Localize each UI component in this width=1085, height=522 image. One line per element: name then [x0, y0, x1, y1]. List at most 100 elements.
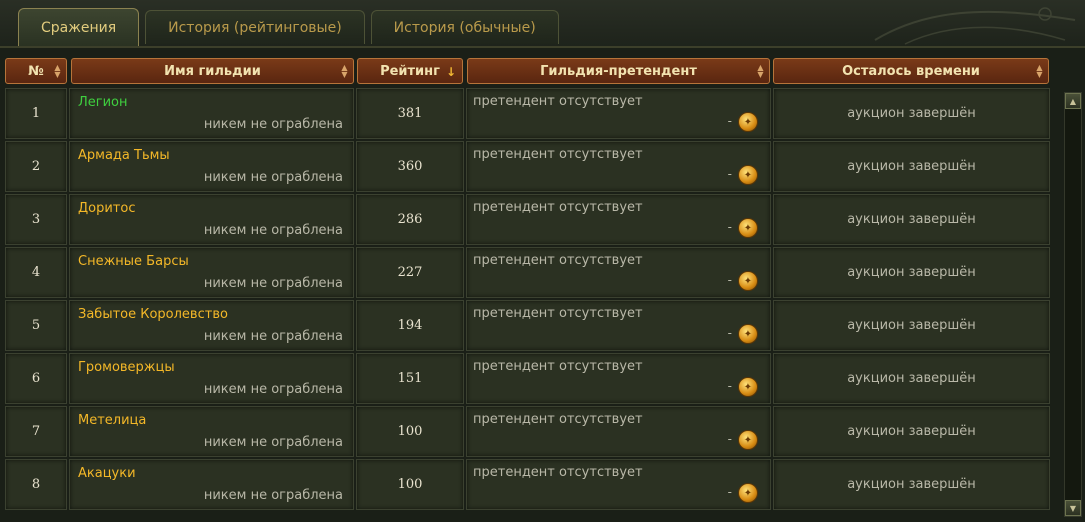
time-left-value: аукцион завершён: [773, 247, 1050, 298]
time-left-value: аукцион завершён: [773, 459, 1050, 510]
guild-status: никем не ограблена: [203, 435, 343, 450]
bid-amount: -: [727, 114, 732, 128]
time-left-value: аукцион завершён: [773, 88, 1050, 139]
decorative-ornament-icon: [874, 7, 1076, 45]
guild-name[interactable]: Легион: [78, 95, 128, 110]
column-header-claimant[interactable]: Гильдия-претендент ▲ ▼: [467, 58, 770, 84]
claimant-cell: претендент отсутствует - ✦: [466, 459, 771, 510]
time-left-value: аукцион завершён: [773, 406, 1050, 457]
gold-coin-icon[interactable]: ✦: [738, 430, 758, 450]
time-left-value: аукцион завершён: [773, 141, 1050, 192]
gold-coin-icon[interactable]: ✦: [738, 218, 758, 238]
row-number: 1: [5, 88, 67, 139]
column-header-time-left[interactable]: Осталось времени ▲ ▼: [773, 58, 1049, 84]
rating-value: 194: [356, 300, 464, 351]
gold-coin-icon[interactable]: ✦: [738, 377, 758, 397]
column-header-guild[interactable]: Имя гильдии ▲ ▼: [71, 58, 354, 84]
guild-cell: Доритос никем не ограблена: [69, 194, 354, 245]
claimant-text: претендент отсутствует: [473, 94, 643, 109]
vertical-scrollbar[interactable]: ▲ ▼: [1064, 92, 1082, 517]
guild-status: никем не ограблена: [203, 117, 343, 132]
tab-history-normal[interactable]: История (обычные): [370, 10, 559, 44]
guild-status: никем не ограблена: [203, 276, 343, 291]
guild-status: никем не ограблена: [203, 488, 343, 503]
row-number: 7: [5, 406, 67, 457]
claimant-cell: претендент отсутствует - ✦: [466, 353, 771, 404]
guild-cell: Акацуки никем не ограблена: [69, 459, 354, 510]
time-left-value: аукцион завершён: [773, 300, 1050, 351]
bid-amount: -: [727, 485, 732, 499]
row-number: 8: [5, 459, 67, 510]
time-left-value: аукцион завершён: [773, 353, 1050, 404]
row-number: 4: [5, 247, 67, 298]
column-header-num[interactable]: № ▲ ▼: [5, 58, 67, 84]
sort-desc-arrow-icon: ↓: [445, 65, 456, 79]
guild-name[interactable]: Снежные Барсы: [78, 254, 189, 269]
rating-value: 100: [356, 459, 464, 510]
gold-coin-icon[interactable]: ✦: [738, 483, 758, 503]
column-header-rating[interactable]: Рейтинг ↓: [357, 58, 463, 84]
claimant-cell: претендент отсутствует - ✦: [466, 141, 771, 192]
battles-panel: № ▲ ▼ Имя гильдии ▲ ▼ Рейтинг ↓ Гильдия-пр…: [0, 46, 1085, 522]
claimant-text: претендент отсутствует: [473, 253, 643, 268]
row-number: 6: [5, 353, 67, 404]
sort-arrows-icon: ▲ ▼: [1036, 63, 1043, 79]
rating-value: 286: [356, 194, 464, 245]
row-number: 2: [5, 141, 67, 192]
guild-cell: Легион никем не ограблена: [69, 88, 354, 139]
bid-amount: -: [727, 273, 732, 287]
scroll-down-button[interactable]: ▼: [1065, 500, 1081, 516]
gold-coin-icon[interactable]: ✦: [738, 112, 758, 132]
guild-status: никем не ограблена: [203, 329, 343, 344]
guild-cell: Метелица никем не ограблена: [69, 406, 354, 457]
claimant-text: претендент отсутствует: [473, 147, 643, 162]
sort-arrows-icon: ▲ ▼: [757, 63, 764, 79]
sort-arrows-icon: ▲ ▼: [54, 63, 61, 79]
guild-name[interactable]: Забытое Королевство: [78, 307, 228, 322]
top-bar: Сражения История (рейтинговые) История (…: [0, 0, 1085, 46]
guild-name[interactable]: Доритос: [78, 201, 135, 216]
claimant-text: претендент отсутствует: [473, 306, 643, 321]
guild-status: никем не ограблена: [203, 170, 343, 185]
bid-amount: -: [727, 167, 732, 181]
claimant-text: претендент отсутствует: [473, 200, 643, 215]
tab-history-rated[interactable]: История (рейтинговые): [145, 10, 365, 44]
time-left-value: аукцион завершён: [773, 194, 1050, 245]
claimant-cell: претендент отсутствует - ✦: [466, 88, 771, 139]
claimant-cell: претендент отсутствует - ✦: [466, 406, 771, 457]
guild-status: никем не ограблена: [203, 382, 343, 397]
guild-name[interactable]: Метелица: [78, 413, 146, 428]
claimant-text: претендент отсутствует: [473, 412, 643, 427]
gold-coin-icon[interactable]: ✦: [738, 324, 758, 344]
guild-cell: Забытое Королевство никем не ограблена: [69, 300, 354, 351]
rating-value: 100: [356, 406, 464, 457]
row-number: 5: [5, 300, 67, 351]
rating-value: 360: [356, 141, 464, 192]
claimant-cell: претендент отсутствует - ✦: [466, 194, 771, 245]
claimant-text: претендент отсутствует: [473, 465, 643, 480]
column-rating-label: Рейтинг: [380, 63, 440, 79]
claimant-cell: претендент отсутствует - ✦: [466, 300, 771, 351]
column-guild-label: Имя гильдии: [164, 63, 261, 79]
bid-amount: -: [727, 432, 732, 446]
gold-coin-icon[interactable]: ✦: [738, 271, 758, 291]
scroll-up-button[interactable]: ▲: [1065, 93, 1081, 109]
guild-cell: Громовержцы никем не ограблена: [69, 353, 354, 404]
column-claimant-label: Гильдия-претендент: [540, 63, 697, 79]
rating-value: 227: [356, 247, 464, 298]
rating-value: 381: [356, 88, 464, 139]
gold-coin-icon[interactable]: ✦: [738, 165, 758, 185]
guild-name[interactable]: Громовержцы: [78, 360, 175, 375]
tab-battles[interactable]: Сражения: [18, 8, 140, 46]
bid-amount: -: [727, 379, 732, 393]
guild-cell: Армада Тьмы никем не ограблена: [69, 141, 354, 192]
column-num-label: №: [28, 63, 44, 79]
tab-bar: Сражения История (рейтинговые) История (…: [18, 8, 559, 46]
sort-arrows-icon: ▲ ▼: [341, 63, 348, 79]
claimant-cell: претендент отсутствует - ✦: [466, 247, 771, 298]
guild-status: никем не ограблена: [203, 223, 343, 238]
rating-value: 151: [356, 353, 464, 404]
guild-name[interactable]: Армада Тьмы: [78, 148, 170, 163]
row-number: 3: [5, 194, 67, 245]
guild-name[interactable]: Акацуки: [78, 466, 136, 481]
